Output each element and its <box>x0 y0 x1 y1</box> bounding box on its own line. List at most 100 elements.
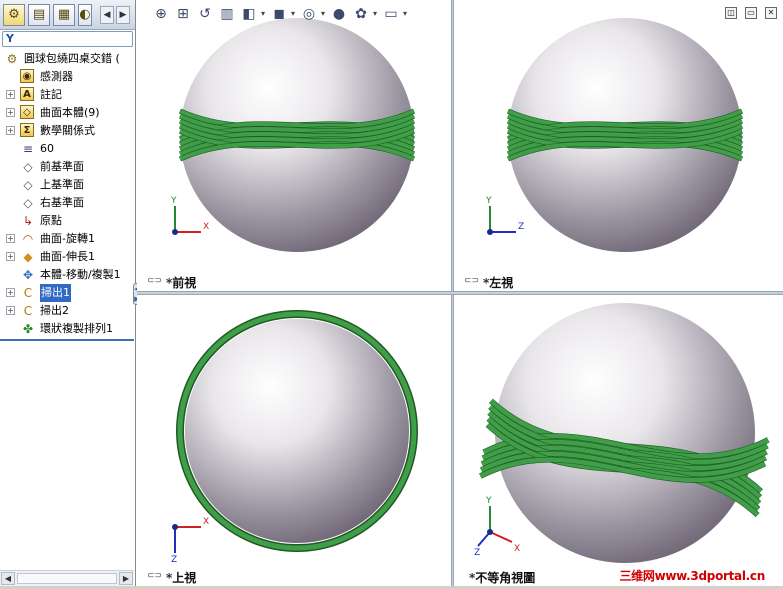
axis-label: Z <box>171 555 177 565</box>
minimize-icon: ▭ <box>747 8 755 17</box>
axis-label: X <box>203 517 209 527</box>
tree-item-label: 數學關係式 <box>40 124 95 137</box>
configuration-manager-icon: ▦ <box>57 7 71 22</box>
sweep-icon: C <box>23 304 33 318</box>
section-view-icon[interactable]: ▥ <box>217 4 237 24</box>
tree-item-label: 前基準面 <box>40 160 84 173</box>
scrollbar-thumb[interactable] <box>17 573 117 584</box>
tree-item-label: 原點 <box>40 214 62 227</box>
expand-icon[interactable]: + <box>6 126 15 135</box>
zoom-to-area-icon[interactable]: ⊞ <box>173 4 193 24</box>
scroll-right-arrow-icon[interactable]: ▶ <box>119 572 133 585</box>
chevron-right-icon: ▶ <box>119 10 127 20</box>
coordinate-triad: XZ <box>171 517 209 565</box>
viewport-label-isometric: *不等角視圖 <box>469 571 536 585</box>
restore-icon: ◫ <box>727 8 735 17</box>
filter-icon: Y <box>6 32 14 45</box>
panel-tab-bar: ⚙ ▤ ▦ ◐ ◀ ▶ <box>0 0 135 30</box>
axis-label: Z <box>518 222 524 232</box>
tree-item-label: 60 <box>40 142 54 155</box>
surface-bodies-icon: ◇ <box>20 105 34 119</box>
annotations-icon: A <box>20 87 34 101</box>
revolve-surface-icon: ◠ <box>22 232 34 246</box>
sweep-icon: C <box>23 286 33 300</box>
tree-filter-input[interactable]: Y <box>2 31 133 47</box>
tree-item-label: 掃出1 <box>40 284 71 302</box>
axis-label: Y <box>485 196 492 206</box>
display-manager-icon: ◐ <box>79 7 91 22</box>
feature-manager-icon: ⚙ <box>8 7 20 22</box>
axis-label: Z <box>474 548 480 558</box>
circular-pattern-icon: ✤ <box>22 322 34 336</box>
tree-item-label: 曲面本體(9) <box>40 106 100 119</box>
display-style-icon[interactable]: ◼ <box>269 4 289 24</box>
tabs-scroll-left-button[interactable]: ◀ <box>100 6 114 24</box>
axis-label: X <box>514 544 520 554</box>
viewport-label-left: *左視 <box>483 276 514 290</box>
chevron-down-icon[interactable]: ▾ <box>371 4 379 24</box>
axis-label: X <box>203 222 209 232</box>
view-orientation-icon[interactable]: ◧ <box>239 4 259 24</box>
graphics-area[interactable]: YX YZ XZ YXZ ⊕ ⊞ ↺ ▥ ◧ ▾ ◼ ▾ ◎ ▾ ● ✿ ▾ ▭ ▾ ◫ ▭ ✕ ⊂⊃ *前… <box>137 0 783 589</box>
configuration-manager-tab[interactable]: ▦ <box>53 4 75 26</box>
chevron-down-icon[interactable]: ▾ <box>319 4 327 24</box>
model-render: Y X Z <box>474 303 770 563</box>
link-views-icon[interactable]: ⊂⊃ <box>464 276 479 286</box>
link-views-icon[interactable]: ⊂⊃ <box>147 571 162 581</box>
property-manager-icon: ▤ <box>32 7 46 22</box>
tree-item-label: 右基準面 <box>40 196 84 209</box>
link-views-icon[interactable]: ⊂⊃ <box>147 276 162 286</box>
zoom-to-fit-icon[interactable]: ⊕ <box>151 4 171 24</box>
feature-manager-tab[interactable]: ⚙ <box>3 4 25 26</box>
display-manager-tab[interactable]: ◐ <box>78 4 92 26</box>
part-icon: ⚙ <box>6 52 18 66</box>
plane-icon: ◇ <box>23 178 33 192</box>
chevron-down-icon[interactable]: ▾ <box>259 4 267 24</box>
viewport-left[interactable]: YZ <box>455 0 783 291</box>
close-window-button[interactable]: ✕ <box>765 7 777 19</box>
sphere-body <box>185 319 409 543</box>
property-manager-tab[interactable]: ▤ <box>28 4 50 26</box>
viewport-horizontal-splitter[interactable] <box>137 291 783 295</box>
expand-icon[interactable]: + <box>6 108 15 117</box>
tree-item-label: 曲面-旋轉1 <box>40 232 95 245</box>
tree-item-label: 圓球包繞四桌交錯 ( <box>24 52 120 65</box>
viewport-label-top: *上視 <box>166 571 197 585</box>
material-icon: ≡ <box>22 142 34 156</box>
viewport-top[interactable]: XZ <box>137 296 451 589</box>
expand-icon[interactable]: + <box>6 288 15 297</box>
rollback-bar[interactable] <box>0 339 134 341</box>
expand-icon[interactable]: + <box>6 234 15 243</box>
previous-view-icon[interactable]: ↺ <box>195 4 215 24</box>
edit-appearance-icon[interactable]: ● <box>329 4 349 24</box>
hide-show-items-icon[interactable]: ◎ <box>299 4 319 24</box>
chevron-down-icon[interactable]: ▾ <box>401 4 409 24</box>
expand-icon[interactable]: + <box>6 306 15 315</box>
restore-window-button[interactable]: ◫ <box>725 7 737 19</box>
plane-icon: ◇ <box>23 160 33 174</box>
view-settings-icon[interactable]: ▭ <box>381 4 401 24</box>
close-icon: ✕ <box>767 8 775 17</box>
tree-item-label: 上基準面 <box>40 178 84 191</box>
viewport-front[interactable]: YX <box>137 0 451 291</box>
model-render: YX <box>170 18 416 252</box>
viewport-label-front: *前視 <box>166 276 197 290</box>
expand-icon[interactable]: + <box>6 252 15 261</box>
tree-item-label: 感測器 <box>40 70 73 83</box>
expand-icon[interactable]: + <box>6 90 15 99</box>
coordinate-triad: Y X Z <box>474 496 520 558</box>
tree-item-label: 註記 <box>40 88 62 101</box>
apply-scene-icon[interactable]: ✿ <box>351 4 371 24</box>
feature-manager-panel: ⚙ ▤ ▦ ◐ ◀ ▶ Y ⚙ 圓球包繞四桌交錯 (◉ 感測器 + A 註記 + ◇ 曲面本體(… <box>0 0 136 589</box>
viewport-isometric[interactable]: Y X Z <box>455 296 783 589</box>
scroll-left-arrow-icon[interactable]: ◀ <box>1 572 15 585</box>
tabs-scroll-right-button[interactable]: ▶ <box>116 6 130 24</box>
origin-icon: ↳ <box>22 214 34 228</box>
tree-item-label: 環狀複製排列1 <box>40 322 113 335</box>
minimize-window-button[interactable]: ▭ <box>745 7 757 19</box>
model-render: YZ <box>485 18 744 252</box>
axis-label: Y <box>170 196 177 206</box>
panel-horizontal-scrollbar[interactable]: ◀ ▶ <box>0 570 134 586</box>
plane-icon: ◇ <box>23 196 33 210</box>
chevron-down-icon[interactable]: ▾ <box>289 4 297 24</box>
